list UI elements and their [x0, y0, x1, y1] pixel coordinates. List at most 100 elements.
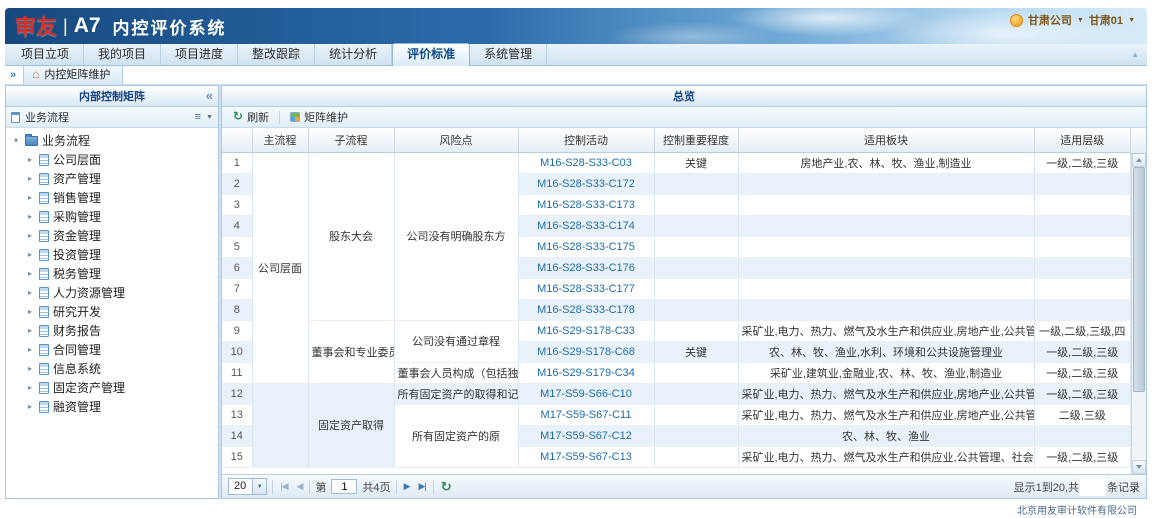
breadcrumb-tab[interactable]: ⌂ 内控矩阵维护	[23, 63, 123, 84]
tree-item-融资管理[interactable]: ▸融资管理	[6, 397, 218, 416]
refresh-button[interactable]: 刷新	[227, 107, 275, 127]
select-trigger-icon[interactable]: ▼	[252, 479, 266, 494]
prev-page-button[interactable]: ◀	[295, 481, 305, 492]
cell-code[interactable]: M16-S29-S178-C68	[518, 341, 654, 362]
caret-down-icon[interactable]: ▼	[206, 114, 213, 121]
node-icon	[39, 192, 49, 204]
expand-right-icon[interactable]: »	[8, 69, 18, 84]
tree-item-固定资产管理[interactable]: ▸ 固定资产管理	[6, 378, 218, 397]
tab-统计分析[interactable]: 统计分析	[315, 44, 392, 65]
tab-整改跟踪[interactable]: 整改跟踪	[238, 44, 315, 65]
node-icon	[39, 325, 49, 337]
scrollbar-track[interactable]	[1132, 167, 1146, 460]
tab-评价标准[interactable]: 评价标准	[392, 43, 470, 66]
column-header-主流程[interactable]: 主流程	[252, 128, 308, 152]
cell-sector: 房地产业,农、林、牧、渔业,制造业	[738, 152, 1034, 173]
column-header-子流程[interactable]: 子流程	[308, 128, 394, 152]
user-box[interactable]: 甘肃公司 ▼ 甘肃01 ▼	[1010, 12, 1135, 28]
cell-code[interactable]: M16-S29-S178-C33	[518, 320, 654, 341]
tree-item-销售管理[interactable]: ▸销售管理	[6, 188, 218, 207]
row-number: 6	[222, 257, 252, 278]
tab-项目立项[interactable]: 项目立项	[7, 44, 84, 65]
tree-collapsed-icon[interactable]: ▸	[25, 231, 35, 240]
tab-我的项目[interactable]: 我的项目	[84, 44, 161, 65]
node-icon	[39, 230, 49, 242]
tree-collapsed-icon[interactable]: ▸	[25, 155, 35, 164]
cell-code[interactable]: M17-S59-S67-C13	[518, 446, 654, 467]
collapse-up-icon[interactable]: ▲	[1131, 50, 1139, 59]
vertical-scrollbar[interactable]	[1131, 153, 1146, 474]
tree-collapsed-icon[interactable]: ▸	[25, 174, 35, 183]
cell-level	[1034, 278, 1131, 299]
page-number-input[interactable]	[331, 479, 357, 494]
column-header-风险点[interactable]: 风险点	[394, 128, 518, 152]
first-page-button[interactable]: |◀	[278, 481, 289, 492]
grid-header-row: 主流程子流程风险点控制活动控制重要程度适用板块适用层级	[222, 128, 1131, 152]
cell-code[interactable]: M17-S59-S67-C12	[518, 425, 654, 446]
tree-item-采购管理[interactable]: ▸采购管理	[6, 207, 218, 226]
collapse-left-icon[interactable]: «	[206, 88, 213, 103]
last-page-button[interactable]: ▶|	[416, 481, 427, 492]
tree-item-公司层面[interactable]: ▸公司层面	[6, 150, 218, 169]
tree-collapsed-icon[interactable]: ▸	[25, 326, 35, 335]
tree-item-研究开发[interactable]: ▸研究开发	[6, 302, 218, 321]
page-size-select[interactable]: 20 ▼	[228, 478, 267, 495]
pager-refresh-button[interactable]: ↻	[439, 479, 454, 495]
cell-code[interactable]: M16-S28-S33-C178	[518, 299, 654, 320]
tree-root-business-process[interactable]: ▾ 业务流程	[6, 131, 218, 150]
cell-code[interactable]: M16-S28-S33-C174	[518, 215, 654, 236]
tree-expanded-icon[interactable]: ▾	[11, 136, 21, 145]
user-company[interactable]: 甘肃公司	[1028, 12, 1072, 28]
tab-项目进度[interactable]: 项目进度	[161, 44, 238, 65]
menu-icon[interactable]: ≡	[195, 111, 201, 123]
tree-item-label: 固定资产管理	[53, 379, 125, 396]
tree-collapsed-icon[interactable]: ▸	[25, 288, 35, 297]
tree-collapsed-icon[interactable]: ▸	[25, 402, 35, 411]
tree-collapsed-icon[interactable]: ▸	[25, 193, 35, 202]
cell-code[interactable]: M17-S59-S67-C11	[518, 404, 654, 425]
refresh-icon	[233, 111, 243, 123]
cell-code[interactable]: M16-S29-S179-C34	[518, 362, 654, 383]
tree-collapsed-icon[interactable]: ▸	[25, 250, 35, 259]
tab-系统管理[interactable]: 系统管理	[470, 44, 547, 65]
table-row[interactable]: 9董事会和专业委员公司没有通过章程M16-S29-S178-C33采矿业,电力、…	[222, 320, 1131, 341]
tree-collapsed-icon[interactable]: ▸	[25, 269, 35, 278]
matrix-maintain-button[interactable]: 矩阵维护	[284, 107, 354, 127]
scroll-down-button[interactable]	[1132, 460, 1146, 474]
tree-collapsed-icon[interactable]: ▸	[25, 383, 35, 392]
next-page-button[interactable]: ▶	[402, 481, 412, 492]
tree-item-信息系统[interactable]: ▸信息系统	[6, 359, 218, 378]
row-number: 14	[222, 425, 252, 446]
tree-item-投资管理[interactable]: ▸投资管理	[6, 245, 218, 264]
cell-sector: 农、林、牧、渔业,水利、环境和公共设施管理业	[738, 341, 1034, 362]
row-number: 4	[222, 215, 252, 236]
home-icon[interactable]: ⌂	[32, 69, 39, 79]
sidebar-panel: 内部控制矩阵 « 业务流程 ≡ ▼ ▾ 业务流程 ▸公司层面▸资产管理▸销售管理…	[5, 85, 219, 499]
tree-collapsed-icon[interactable]: ▸	[25, 345, 35, 354]
tree-item-合同管理[interactable]: ▸合同管理	[6, 340, 218, 359]
cell-code[interactable]: M16-S28-S33-C177	[518, 278, 654, 299]
cell-code[interactable]: M16-S28-S33-C176	[518, 257, 654, 278]
tree-item-税务管理[interactable]: ▸税务管理	[6, 264, 218, 283]
table-row[interactable]: 12固定资产取得所有固定资产的取得和记录发M17-S59-S66-C10采矿业,…	[222, 383, 1131, 404]
user-name[interactable]: 甘肃01	[1089, 12, 1123, 28]
cell-code[interactable]: M16-S28-S33-C173	[518, 194, 654, 215]
tree-item-财务报告[interactable]: ▸财务报告	[6, 321, 218, 340]
column-header-适用层级[interactable]: 适用层级	[1034, 128, 1131, 152]
scroll-up-button[interactable]	[1132, 153, 1146, 167]
cell-code[interactable]: M16-S28-S33-C175	[518, 236, 654, 257]
cell-code[interactable]: M17-S59-S66-C10	[518, 383, 654, 404]
column-header-控制活动[interactable]: 控制活动	[518, 128, 654, 152]
table-row[interactable]: 1公司层面股东大会公司没有明确股东方M16-S28-S33-C03关键房地产业,…	[222, 152, 1131, 173]
tree-collapsed-icon[interactable]: ▸	[25, 364, 35, 373]
column-header-控制重要程度[interactable]: 控制重要程度	[654, 128, 738, 152]
tree-item-人力资源管理[interactable]: ▸人力资源管理	[6, 283, 218, 302]
cell-code[interactable]: M16-S28-S33-C03	[518, 152, 654, 173]
column-header-适用板块[interactable]: 适用板块	[738, 128, 1034, 152]
tree-item-资产管理[interactable]: ▸资产管理	[6, 169, 218, 188]
scrollbar-thumb[interactable]	[1133, 167, 1145, 392]
tree-collapsed-icon[interactable]: ▸	[25, 307, 35, 316]
tree-item-资金管理[interactable]: ▸资金管理	[6, 226, 218, 245]
tree-collapsed-icon[interactable]: ▸	[25, 212, 35, 221]
cell-code[interactable]: M16-S28-S33-C172	[518, 173, 654, 194]
